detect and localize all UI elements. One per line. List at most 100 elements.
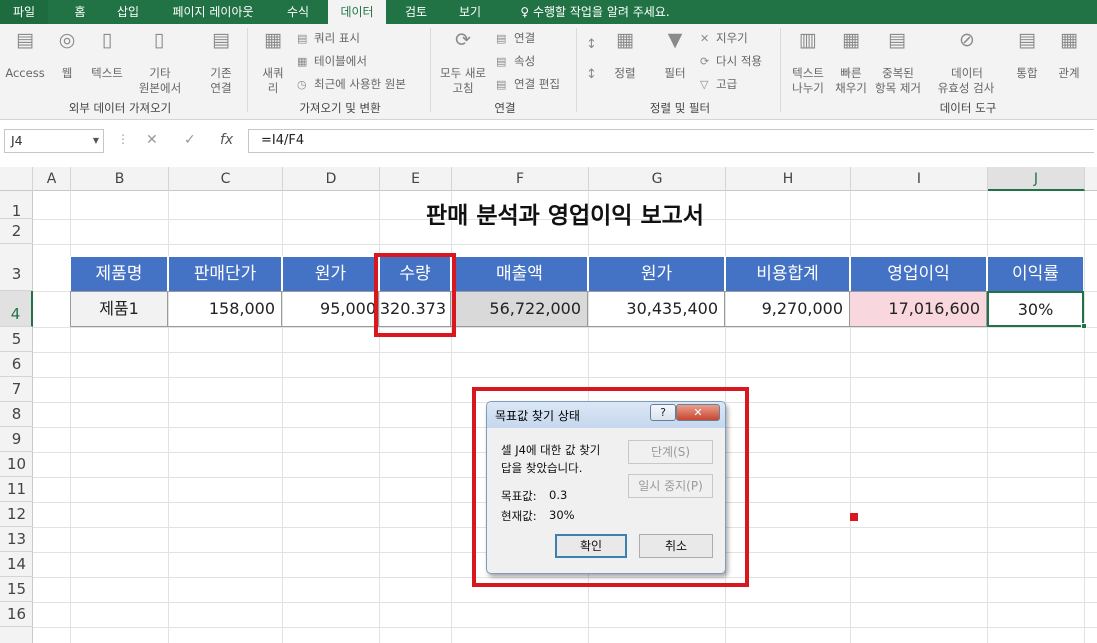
header-cell[interactable]: 이익률 (987, 256, 1084, 292)
group-separator (576, 28, 577, 112)
filter-button[interactable]: 필터 (656, 66, 694, 81)
ok-button[interactable]: 확인 (555, 534, 627, 558)
reapply-button[interactable]: 다시 적용 (716, 54, 762, 69)
header-cell[interactable]: 원가 (282, 256, 379, 292)
remove-duplicates-icon: ▤ (888, 29, 906, 51)
formula-input[interactable]: =I4/F4 (248, 129, 1094, 153)
fill-handle[interactable] (1081, 323, 1087, 329)
flash-fill-icon: ▦ (842, 29, 860, 51)
row-header[interactable]: 4 (0, 291, 33, 327)
column-header-f[interactable]: F (452, 167, 589, 191)
goal-seek-status-dialog: 목표값 찾기 상태 ? ✕ 셀 J4에 대한 값 찾기 답을 찾았습니다. 목표… (486, 401, 726, 574)
header-cell[interactable]: 매출액 (451, 256, 588, 292)
tab-home[interactable]: 홈 (60, 0, 100, 24)
tab-insert[interactable]: 삽입 (106, 0, 150, 24)
edit-links-button[interactable]: 연결 편집 (514, 77, 560, 92)
row-header[interactable]: 7 (0, 377, 33, 402)
step-button[interactable]: 단계(S) (628, 440, 713, 464)
enter-icon[interactable]: ✓ (184, 132, 196, 148)
recent-sources-button[interactable]: 최근에 사용한 원본 (314, 77, 406, 92)
insert-function-icon[interactable]: fx (220, 132, 233, 148)
properties-button[interactable]: 속성 (514, 54, 535, 69)
header-cell[interactable]: 제품명 (70, 256, 168, 292)
row-header[interactable]: 16 (0, 602, 33, 627)
remove-duplicates-button[interactable]: 중복된 (872, 66, 924, 81)
row-header[interactable]: 11 (0, 477, 33, 502)
column-header-b[interactable]: B (71, 167, 169, 191)
tell-me-box[interactable]: ♀ 수행할 작업을 알려 주세요. (506, 0, 684, 24)
tab-review[interactable]: 검토 (394, 0, 438, 24)
data-validation-button[interactable]: 데이터 (944, 66, 990, 81)
name-box[interactable]: J4 ▼ (4, 129, 104, 153)
clear-button[interactable]: 지우기 (716, 31, 748, 46)
row-header[interactable]: 10 (0, 452, 33, 477)
data-cell-operating-profit[interactable]: 17,016,600 (850, 291, 987, 327)
column-header-h[interactable]: H (726, 167, 851, 191)
row-header[interactable]: 13 (0, 527, 33, 552)
cancel-icon[interactable]: ✕ (146, 132, 158, 148)
chevron-down-icon[interactable]: ▼ (93, 130, 99, 152)
close-icon[interactable]: ✕ (676, 404, 720, 421)
group-get-transform: 가져오기 및 변환 (299, 101, 381, 115)
row-headers: 1 2 3 4 5 6 7 8 9 10 11 12 13 14 15 16 (0, 191, 33, 643)
group-external-data: 외부 데이터 가져오기 (68, 101, 172, 115)
relationships-button[interactable]: 관계 (1052, 66, 1086, 81)
select-all-corner[interactable] (0, 167, 33, 191)
row-header[interactable]: 6 (0, 352, 33, 377)
column-header-i[interactable]: I (851, 167, 988, 191)
row-header[interactable]: 8 (0, 402, 33, 427)
data-cell-total-cost[interactable]: 30,435,400 (588, 291, 725, 327)
from-table-icon: ▦ (297, 55, 308, 68)
text-to-columns-icon: ▥ (799, 29, 817, 51)
column-header-e[interactable]: E (380, 167, 452, 191)
help-button[interactable]: ? (650, 404, 676, 421)
row-header[interactable]: 1 (0, 191, 33, 220)
data-cell-cost[interactable]: 95,000 (282, 291, 379, 327)
row-header[interactable]: 2 (0, 219, 33, 244)
data-cell-profit-rate-selected[interactable]: 30% (987, 291, 1084, 327)
column-header-a[interactable]: A (33, 167, 71, 191)
data-cell-expense-total[interactable]: 9,270,000 (725, 291, 850, 327)
column-header-g[interactable]: G (589, 167, 726, 191)
row-header[interactable]: 12 (0, 502, 33, 527)
dialog-body: 셀 J4에 대한 값 찾기 답을 찾았습니다. 목표값: 0.3 현재값: 30… (493, 428, 719, 569)
web-button[interactable]: 웹 (54, 66, 80, 81)
cancel-button[interactable]: 취소 (639, 534, 713, 558)
data-cell-unit-price[interactable]: 158,000 (168, 291, 282, 327)
row-header[interactable]: 15 (0, 577, 33, 602)
tab-formulas[interactable]: 수식 (276, 0, 320, 24)
refresh-all-button[interactable]: 모두 새로 (436, 66, 490, 81)
existing-connections-button[interactable]: 기존 (202, 66, 240, 81)
flash-fill-button[interactable]: 빠른 (830, 66, 872, 81)
data-cell-product[interactable]: 제품1 (70, 291, 168, 327)
text-to-columns-button[interactable]: 텍스트 (786, 66, 830, 81)
row-header[interactable]: 14 (0, 552, 33, 577)
access-button[interactable]: Access (4, 66, 46, 81)
header-cell[interactable]: 원가 (588, 256, 725, 292)
row-header[interactable]: 9 (0, 427, 33, 452)
consolidate-button[interactable]: 통합 (1010, 66, 1044, 81)
header-cell[interactable]: 영업이익 (850, 256, 987, 292)
from-text-button[interactable]: 텍스트 (86, 66, 128, 81)
header-cell[interactable]: 판매단가 (168, 256, 282, 292)
from-table-button[interactable]: 테이블에서 (314, 54, 367, 69)
tab-page-layout[interactable]: 페이지 레이아웃 (160, 0, 266, 24)
header-cell[interactable]: 비용합계 (725, 256, 850, 292)
tab-view[interactable]: 보기 (448, 0, 492, 24)
pause-button[interactable]: 일시 중지(P) (628, 474, 713, 498)
row-header[interactable]: 5 (0, 327, 33, 352)
column-header-d[interactable]: D (283, 167, 380, 191)
tab-data[interactable]: 데이터 (328, 0, 386, 24)
web-icon: ◎ (58, 29, 76, 51)
tab-file[interactable]: 파일 (0, 0, 48, 24)
other-sources-button[interactable]: 기타 (136, 66, 184, 81)
sort-button[interactable]: 정렬 (606, 66, 644, 81)
connections-button[interactable]: 연결 (514, 31, 535, 46)
show-queries-button[interactable]: 쿼리 표시 (314, 31, 360, 46)
column-header-c[interactable]: C (169, 167, 283, 191)
row-header[interactable]: 3 (0, 244, 33, 291)
new-query-button[interactable]: 새쿼 (256, 66, 290, 81)
advanced-button[interactable]: 고급 (716, 77, 737, 92)
column-header-j[interactable]: J (988, 167, 1085, 191)
data-cell-sales[interactable]: 56,722,000 (451, 291, 588, 327)
